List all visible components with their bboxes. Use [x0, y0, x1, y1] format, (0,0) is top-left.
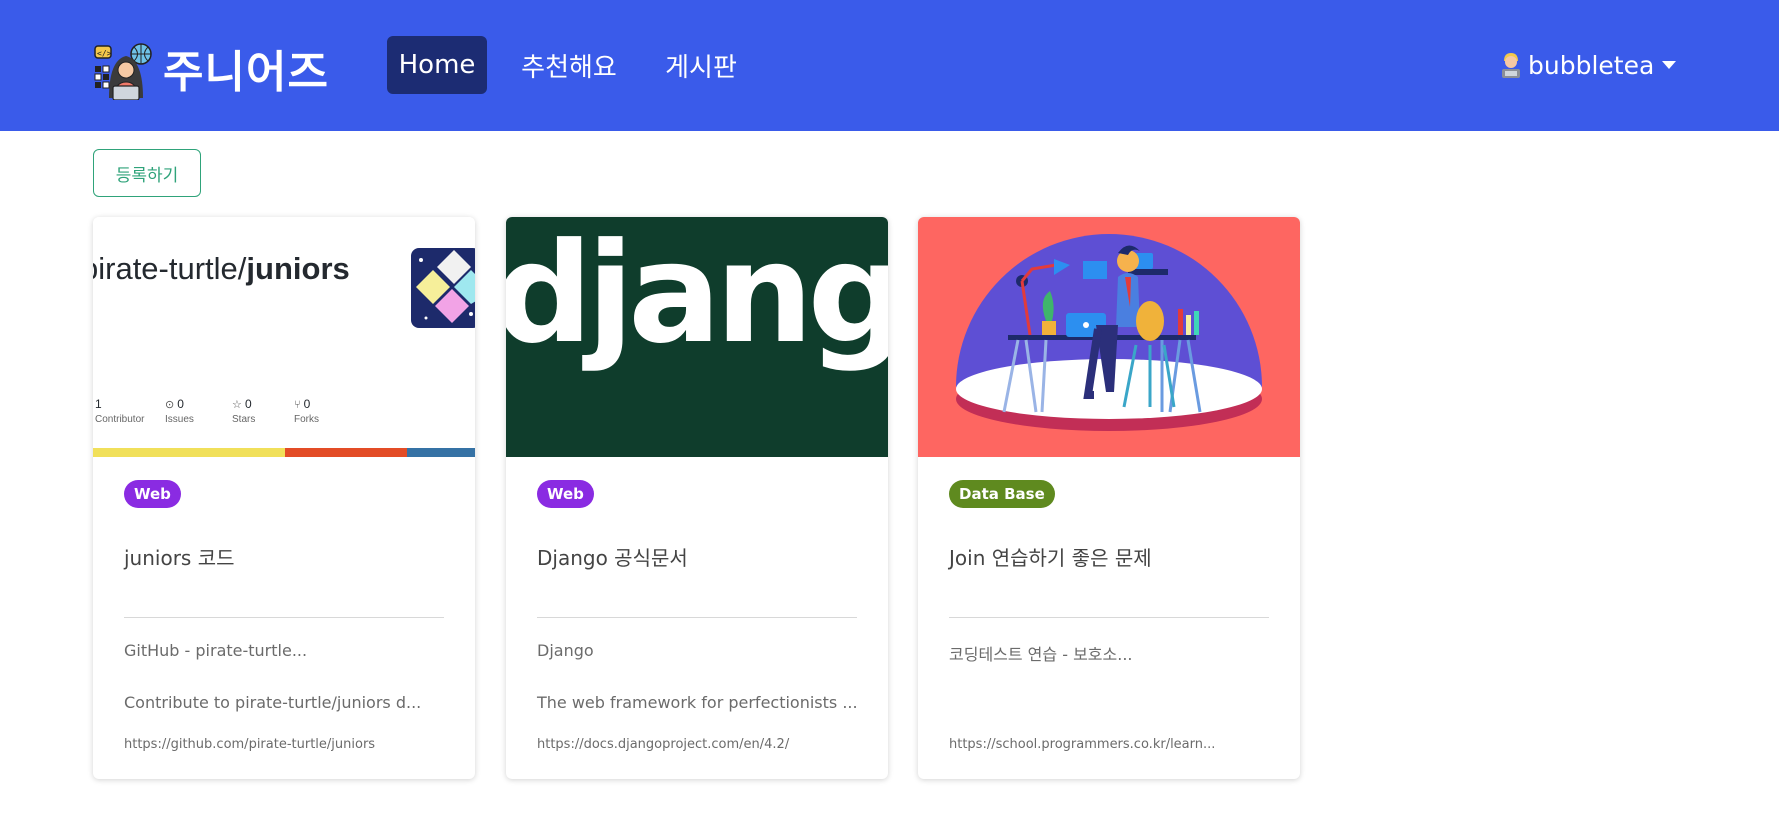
- user-name: bubbletea: [1528, 50, 1655, 80]
- nav-board[interactable]: 게시판: [651, 36, 751, 94]
- brand-link[interactable]: </> 주니어즈: [93, 36, 329, 100]
- card-site-name: 코딩테스트 연습 - 보호소...: [949, 645, 1133, 664]
- hacker-logo-icon: </>: [94, 43, 152, 100]
- stat-forks: ⑂ 0 Forks: [294, 397, 319, 425]
- card-title: juniors 코드: [124, 546, 235, 570]
- card-divider: [949, 617, 1269, 618]
- card-title: Django 공식문서: [537, 546, 688, 570]
- category-badge: Data Base: [949, 480, 1055, 508]
- category-badge: Web: [124, 480, 181, 508]
- card-url[interactable]: https://docs.djangoproject.com/en/4.2/: [537, 737, 789, 752]
- stat-stars: ☆ 0 Stars: [232, 397, 256, 425]
- link-card[interactable]: Data Base Join 연습하기 좋은 문제 코딩테스트 연습 - 보호소…: [918, 217, 1300, 779]
- card-description: Contribute to pirate-turtle/juniors d...: [124, 693, 422, 712]
- stat-contributors: 1 Contributor: [95, 397, 145, 425]
- register-button[interactable]: 등록하기: [93, 149, 201, 197]
- card-url[interactable]: https://github.com/pirate-turtle/juniors: [124, 737, 375, 752]
- card-title: Join 연습하기 좋은 문제: [949, 546, 1152, 570]
- stat-issues: ⊙ 0 Issues: [165, 397, 194, 425]
- technologist-icon: [1502, 53, 1520, 78]
- brand-title: 주니어즈: [163, 47, 329, 98]
- fork-icon: ⑂: [294, 399, 301, 411]
- card-site-name: GitHub - pirate-turtle...: [124, 641, 308, 660]
- language-bar-js: [93, 448, 285, 457]
- language-bar-html: [285, 448, 407, 457]
- developer-illustration: [918, 217, 1300, 457]
- top-navbar: </> 주니어즈 Home 추천해요 게시판 bubbletea: [0, 0, 1779, 131]
- card-site-name: Django: [537, 641, 594, 660]
- caret-down-icon: [1662, 61, 1677, 69]
- django-logo-text: django: [506, 217, 888, 374]
- nav-recommend[interactable]: 추천해요: [507, 36, 631, 94]
- nav-home[interactable]: Home: [387, 36, 487, 94]
- card-description: The web framework for perfectionists ...: [537, 693, 858, 712]
- card-divider: [124, 617, 444, 618]
- svg-text:</>: </>: [97, 49, 112, 58]
- category-badge: Web: [537, 480, 594, 508]
- issue-icon: ⊙: [165, 399, 175, 411]
- star-icon: ☆: [232, 399, 242, 411]
- link-card[interactable]: django Web Django 공식문서 Django The web fr…: [506, 217, 888, 779]
- card-url[interactable]: https://school.programmers.co.kr/learn..…: [949, 737, 1215, 752]
- link-card[interactable]: pirate-turtle/juniors 1 Contributor ⊙ 0 Is…: [93, 217, 475, 779]
- card-thumbnail-django: django: [506, 217, 888, 457]
- card-divider: [537, 617, 857, 618]
- user-dropdown[interactable]: bubbletea: [1498, 44, 1677, 86]
- github-repo-title: pirate-turtle/juniors: [93, 251, 350, 286]
- repo-avatar-icon: [411, 248, 475, 328]
- card-thumbnail-github: pirate-turtle/juniors 1 Contributor ⊙ 0 Is…: [93, 217, 475, 457]
- card-thumbnail-programmers: [918, 217, 1300, 457]
- language-bar-python: [407, 448, 475, 457]
